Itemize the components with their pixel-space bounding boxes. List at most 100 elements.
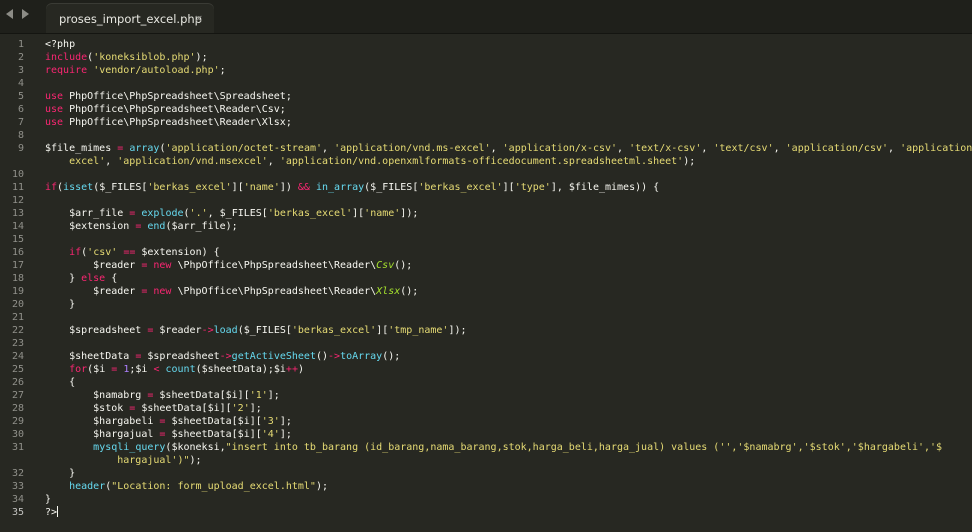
code-token: $arr_file [45,208,130,219]
code-line[interactable]: 24 $sheetData = $spreadsheet->getActiveS… [0,350,972,363]
line-number: 10 [11,169,24,180]
code-line[interactable]: 7 use PhpOffice\PhpSpreadsheet\Reader\Xls… [0,116,972,129]
code-token: ][ [502,182,515,193]
code-line[interactable]: 17 $reader = new \PhpOffice\PhpSpreadshe… [0,259,972,272]
line-number: 22 [11,325,24,336]
code-token: } [45,468,76,479]
code-line[interactable]: 11 if(isset($_FILES['berkas_excel']['name… [0,181,972,194]
code-line[interactable]: 10 [0,168,972,181]
code-line[interactable]: 35 ?> [0,506,972,519]
code-text: $file_mimes = array('application/octet-s… [45,142,972,155]
line-number: 16 [11,247,24,258]
code-token: 'berkas_excel' [418,182,503,193]
line-number: 24 [11,351,24,362]
line-number: 6 [17,104,24,115]
code-line[interactable]: 27 $namabrg = $sheetData[$i]['1']; [0,389,972,402]
code-token: "Location: form_upload_excel.html" [111,481,316,492]
line-number: 1 [17,39,24,50]
code-line[interactable]: 28 $stok = $sheetData[$i]['2']; [0,402,972,415]
code-token: -> [201,325,214,336]
code-line[interactable]: 6 use PhpOffice\PhpSpreadsheet\Reader\Csv… [0,103,972,116]
code-token: 'application/vnd.openxmlformats-officedo… [279,156,684,167]
code-token: 'text/x-csv' [629,143,702,154]
code-text: use PhpOffice\PhpSpreadsheet\Reader\Csv; [45,103,286,116]
code-token: in_array [315,182,365,193]
code-line[interactable]: 34} [0,493,972,506]
code-line[interactable]: 22 $spreadsheet = $reader->load($_FILES[… [0,324,972,337]
code-token: , [105,156,118,167]
code-line[interactable]: 33 header("Location: form_upload_excel.h… [0,480,972,493]
code-token: 'tmp_name' [388,325,449,336]
line-number: 31 [11,442,24,453]
code-token: 'berkas_excel' [147,182,232,193]
code-token: 'koneksiblob.php' [93,52,196,63]
code-token: ; [219,65,226,76]
code-line[interactable]: 3 require 'vendor/autoload.php'; [0,64,972,77]
code-line[interactable]: 23 [0,337,972,350]
code-line[interactable]: excel', 'application/vnd.msexcel', 'appl… [0,155,972,168]
code-line[interactable]: 31 mysqli_query($koneksi,"insert into tb… [0,441,972,454]
code-token: { [105,273,118,284]
code-line[interactable]: 15 [0,233,972,246]
code-text: use PhpOffice\PhpSpreadsheet\Reader\Xlsx… [45,116,292,129]
code-token: getActiveSheet [231,351,316,362]
code-line[interactable]: 26 { [0,376,972,389]
code-line[interactable]: hargajual')"); [0,454,972,467]
line-number: 8 [17,130,24,141]
code-line[interactable]: 13 $arr_file = explode('.', $_FILES['ber… [0,207,972,220]
code-line[interactable]: 19 $reader = new \PhpOffice\PhpSpreadshe… [0,285,972,298]
code-token: isset [63,182,94,193]
code-token: ]) [279,182,298,193]
code-line[interactable]: 8 [0,129,972,142]
code-line[interactable]: 9 $file_mimes = array('application/octet-… [0,142,972,155]
code-token: ][ [352,208,365,219]
code-token: ); [195,52,208,63]
code-token: ]; [249,403,262,414]
code-token: Csv [376,260,395,271]
line-number: 26 [11,377,24,388]
code-line[interactable]: 5 use PhpOffice\PhpSpreadsheet\Spreadshee… [0,90,972,103]
code-token: (); [394,260,413,271]
code-line[interactable]: 30 $hargajual = $sheetData[$i]['4']; [0,428,972,441]
code-line[interactable]: 32 } [0,467,972,480]
code-text: if('csv' == $extension) { [45,246,220,259]
code-text: $hargajual = $sheetData[$i]['4']; [45,428,292,441]
code-line[interactable]: 20 } [0,298,972,311]
line-number: 35 [11,507,24,518]
code-text: mysqli_query($koneksi,"insert into tb_ba… [45,441,942,454]
code-line[interactable]: 18 } else { [0,272,972,285]
code-token: end [147,221,166,232]
code-lines: 1 <?php 2 include('koneksiblob.php'); 3 requi… [0,38,972,519]
code-line[interactable]: 12 [0,194,972,207]
code-token: new [153,260,172,271]
code-token: $extension [45,221,136,232]
code-line[interactable]: 16 if('csv' == $extension) { [0,246,972,259]
code-line[interactable]: 25 for($i = 1;$i < count($sheetData);$i+… [0,363,972,376]
tab-bar: proses_import_excel.php × [0,0,972,34]
code-token: $spreadsheet [45,325,148,336]
line-number: 7 [17,117,24,128]
tab-file[interactable]: proses_import_excel.php × [46,4,214,33]
code-line[interactable]: 1 <?php [0,38,972,51]
code-token: $spreadsheet [141,351,220,362]
code-line[interactable]: 2 include('koneksiblob.php'); [0,51,972,64]
code-line[interactable]: 4 [0,77,972,90]
code-text: $namabrg = $sheetData[$i]['1']; [45,389,280,402]
code-editor[interactable]: 1 <?php 2 include('koneksiblob.php'); 3 requi… [0,33,972,532]
code-token: , $_FILES[ [207,208,268,219]
close-icon[interactable]: × [194,12,203,25]
code-token: 'text/csv' [713,143,774,154]
code-text: $reader = new \PhpOffice\PhpSpreadsheet\… [45,285,418,298]
code-token: ($_FILES[ [237,325,292,336]
code-line[interactable]: 14 $extension = end($arr_file); [0,220,972,233]
code-line[interactable]: 21 [0,311,972,324]
code-token: } [45,273,82,284]
code-token: == [123,247,136,258]
code-line[interactable]: 29 $hargabeli = $sheetData[$i]['3']; [0,415,972,428]
chevron-left-icon[interactable] [6,9,13,19]
chevron-right-icon[interactable] [22,9,29,19]
code-text: hargajual')"); [45,454,201,467]
code-token: $sheetData [45,351,136,362]
code-token: 'berkas_excel' [291,325,377,336]
